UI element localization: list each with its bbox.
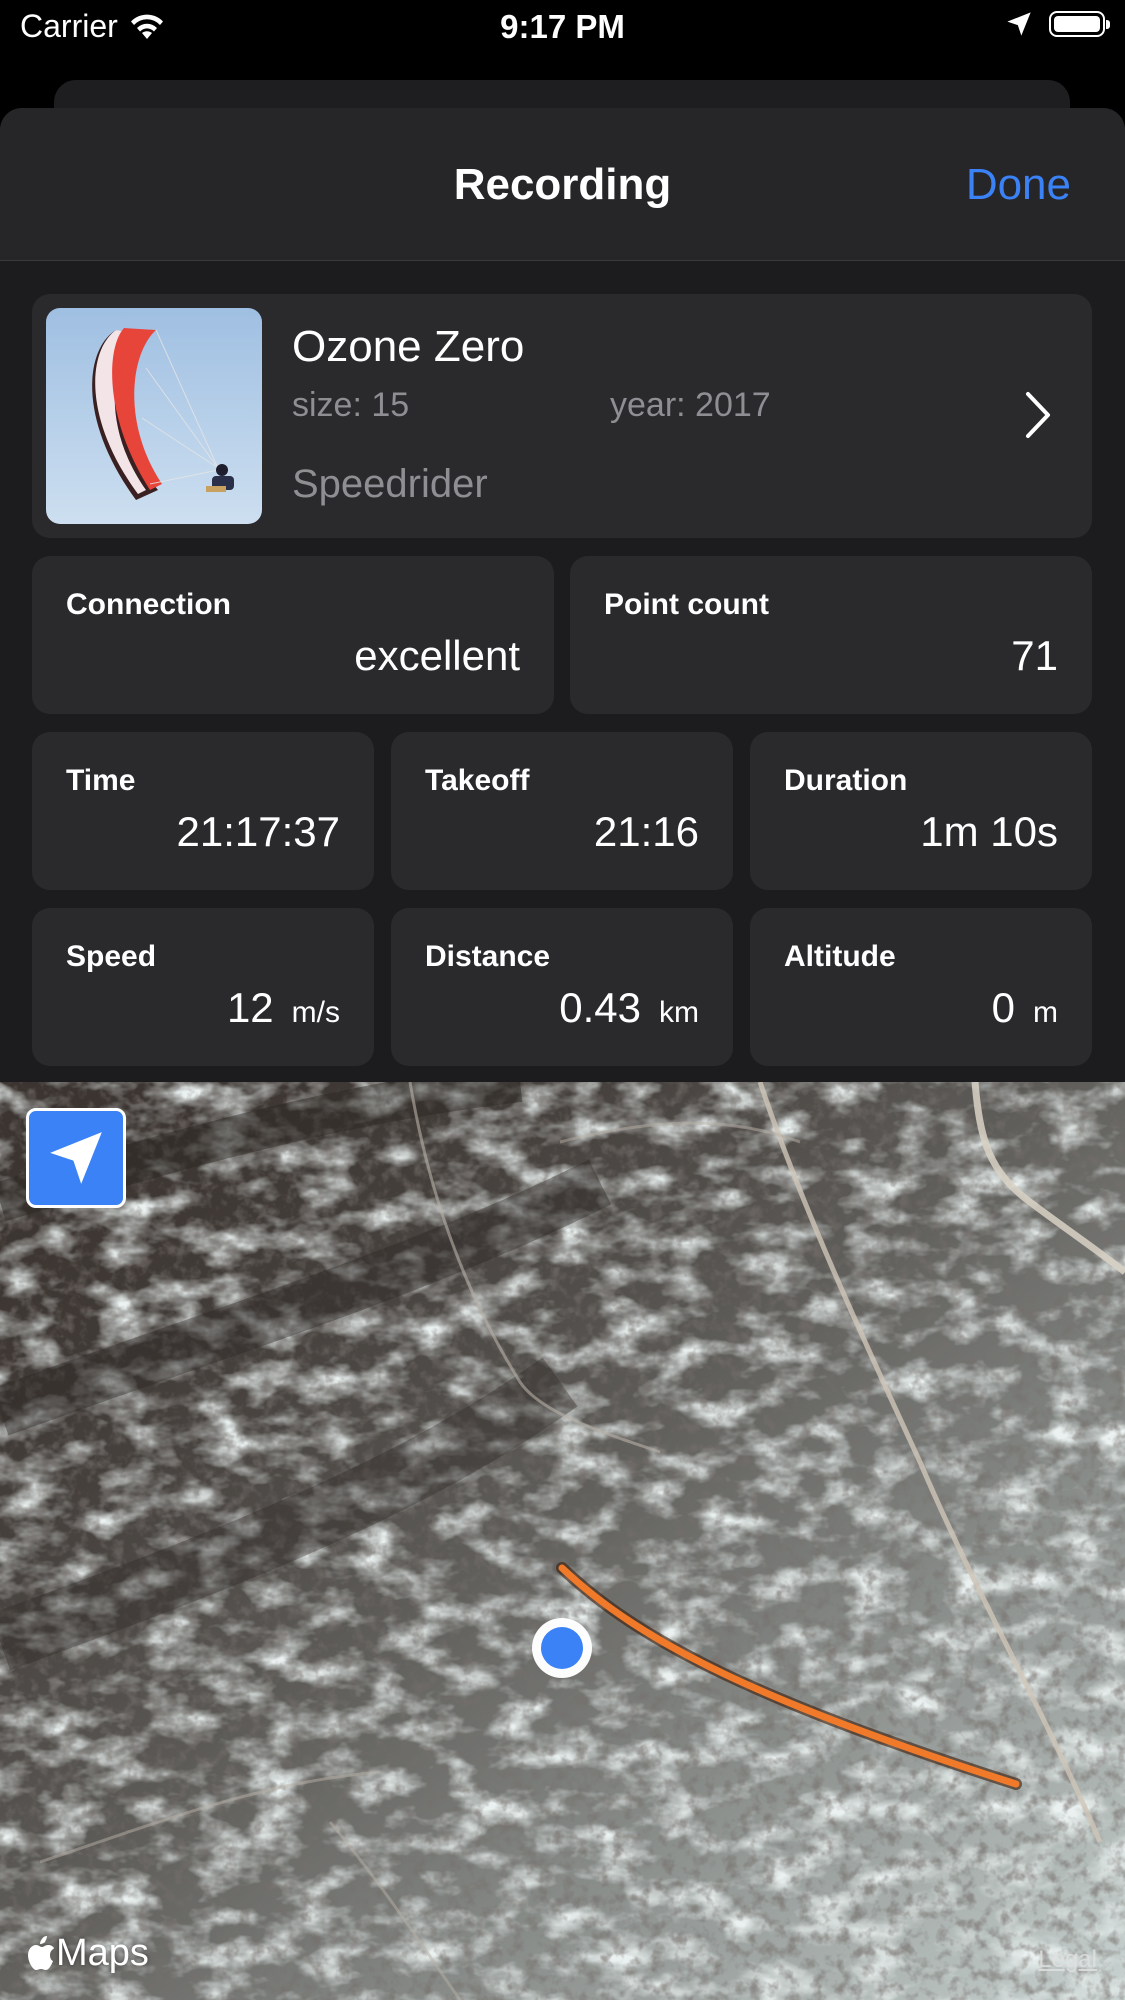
chevron-right-icon — [1026, 392, 1050, 438]
duration-card: Duration 1m 10s — [750, 732, 1092, 890]
distance-value: 0.43 — [559, 984, 641, 1031]
speed-unit: m/s — [291, 996, 340, 1029]
speed-value: 12 — [226, 984, 274, 1031]
navigation-bar: Recording Done — [0, 108, 1125, 261]
connection-value: excellent — [354, 632, 520, 679]
takeoff-value: 21:16 — [593, 808, 699, 855]
time-value: 21:17:37 — [176, 808, 341, 855]
point-count-label: Point count — [604, 588, 769, 621]
point-count-value: 71 — [1011, 632, 1058, 679]
connection-label: Connection — [66, 588, 231, 621]
altitude-value-group: 0m — [992, 984, 1058, 1032]
takeoff-label: Takeoff — [425, 764, 530, 797]
time-card: Time 21:17:37 — [32, 732, 374, 890]
glider-name: Ozone Zero — [292, 322, 525, 371]
duration-value: 1m 10s — [920, 808, 1058, 855]
status-time: 9:17 PM — [500, 8, 625, 45]
takeoff-card: Takeoff 21:16 — [391, 732, 733, 890]
altitude-label: Altitude — [784, 940, 896, 973]
glider-card[interactable]: Ozone Zero size: 15 year: 2017 Speedride… — [32, 294, 1092, 538]
speed-label: Speed — [66, 940, 157, 973]
altitude-value: 0 — [991, 984, 1015, 1031]
maps-logo: Maps — [26, 1932, 149, 1975]
map-view[interactable] — [0, 1082, 1125, 2000]
altitude-unit: m — [1033, 996, 1058, 1029]
apple-logo-icon — [28, 1935, 54, 1970]
battery-icon — [1049, 11, 1110, 37]
done-button[interactable]: Done — [966, 160, 1071, 210]
recording-sheet: Recording Done Ozone Zero size: 15 year:… — [0, 108, 1125, 2000]
location-arrow-icon — [50, 1132, 102, 1184]
glider-photo — [46, 308, 262, 524]
page-title: Recording — [453, 160, 672, 209]
maps-label: Maps — [56, 1932, 149, 1974]
glider-size: size: 15 — [292, 386, 410, 424]
point-count-card: Point count 71 — [570, 556, 1092, 714]
time-label: Time — [66, 764, 136, 797]
connection-card: Connection excellent — [32, 556, 554, 714]
speed-card: Speed 12 m/s — [32, 908, 374, 1066]
distance-unit: km — [659, 996, 699, 1029]
legal-link[interactable]: Legal — [1038, 1946, 1097, 1974]
status-icons — [1005, 10, 1110, 38]
status-bar: Carrier 9:17 PM — [0, 0, 1125, 60]
duration-label: Duration — [784, 764, 908, 797]
distance-card: Distance 0.43 km — [391, 908, 733, 1066]
altitude-card: Altitude 0m — [750, 908, 1092, 1066]
current-position-marker — [532, 1618, 592, 1678]
locate-me-button[interactable] — [26, 1108, 126, 1208]
speed-value-group: 12 m/s — [227, 984, 340, 1032]
glider-type: Speedrider — [292, 462, 488, 506]
location-arrow-icon — [1007, 12, 1031, 36]
distance-label: Distance — [425, 940, 551, 973]
glider-year: year: 2017 — [610, 386, 771, 424]
distance-value-group: 0.43 km — [559, 984, 699, 1032]
